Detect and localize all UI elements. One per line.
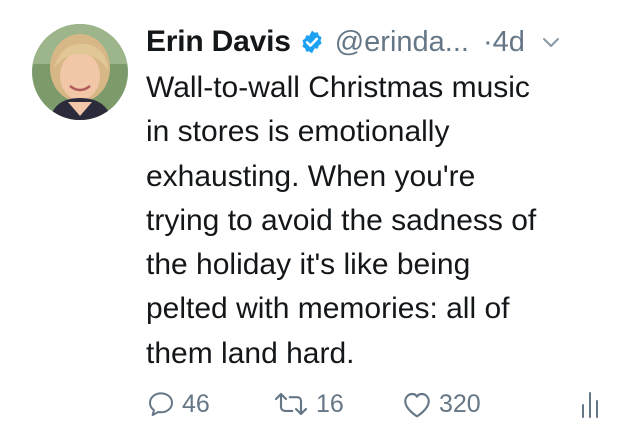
tweet-text: Wall-to-wall Christmas music in stores i… <box>146 71 537 370</box>
verified-badge-icon <box>299 29 325 55</box>
heart-icon <box>404 392 430 418</box>
reply-button[interactable]: 46 <box>146 382 210 426</box>
tweet-header: Erin Davis @erinda... ·4d <box>146 22 616 62</box>
display-name[interactable]: Erin Davis <box>146 25 291 59</box>
reply-count: 46 <box>182 389 210 418</box>
avatar[interactable] <box>32 24 128 120</box>
chevron-down-icon[interactable] <box>539 30 563 54</box>
like-button[interactable]: 320 <box>401 382 481 426</box>
retweet-button[interactable]: 16 <box>272 382 344 426</box>
tweet-card[interactable]: Erin Davis @erinda... ·4d Wall-to-wall C… <box>0 0 640 441</box>
analytics-button[interactable] <box>578 382 602 426</box>
avatar-image <box>32 24 128 120</box>
user-handle[interactable]: @erinda... <box>335 26 469 59</box>
retweet-icon <box>274 392 308 416</box>
like-count: 320 <box>439 389 481 418</box>
tweet-actions: 46 16 320 <box>146 382 616 426</box>
retweet-count: 16 <box>316 389 344 418</box>
analytics-icon <box>582 392 598 418</box>
timestamp[interactable]: ·4d <box>483 26 525 59</box>
reply-icon <box>149 392 173 416</box>
